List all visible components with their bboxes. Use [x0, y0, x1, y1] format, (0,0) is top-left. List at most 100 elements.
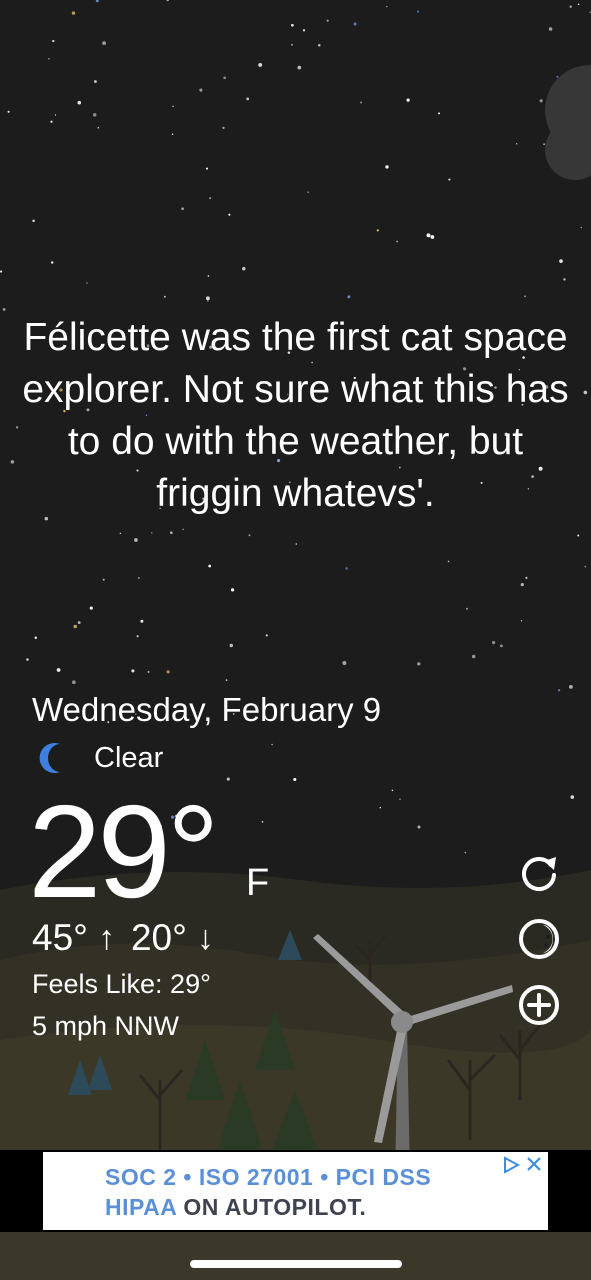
close-icon[interactable]: [526, 1156, 542, 1172]
up-arrow-icon: ↑: [97, 919, 115, 957]
star: [399, 798, 401, 801]
star: [134, 538, 138, 542]
star: [291, 23, 294, 27]
condition-label: Clear: [94, 741, 164, 774]
current-temperature: 29°: [28, 778, 220, 925]
ad-headline-2: HIPAA ON AUTOPILOT.: [105, 1194, 367, 1220]
star: [569, 5, 572, 8]
star: [207, 300, 209, 302]
ad-choices-icon[interactable]: [502, 1156, 520, 1174]
star: [471, 654, 476, 659]
star: [265, 634, 268, 637]
star: [222, 126, 225, 129]
star: [136, 635, 139, 638]
ad-banner[interactable]: SOC 2 • ISO 27001 • PCI DSS HIPAA ON AUT…: [43, 1152, 548, 1230]
star: [205, 296, 210, 301]
ad-controls: [502, 1156, 542, 1174]
star: [77, 100, 82, 105]
star: [86, 282, 88, 284]
star: [417, 10, 419, 13]
star: [500, 644, 503, 648]
star: [583, 390, 588, 395]
star: [385, 165, 389, 169]
star: [353, 22, 357, 26]
star: [347, 295, 351, 299]
star: [147, 670, 150, 673]
star: [73, 624, 77, 629]
high-low-temperatures: 45° ↑ 20° ↓: [32, 914, 230, 962]
low-temperature: 20°: [130, 917, 187, 958]
star: [52, 39, 55, 43]
star: [261, 821, 264, 823]
star: [77, 621, 81, 625]
star: [295, 543, 298, 545]
star: [207, 275, 210, 277]
feels-like: Feels Like: 29°: [32, 969, 211, 999]
star: [10, 460, 15, 464]
star: [97, 126, 100, 129]
moon-icon: [39, 743, 60, 773]
star: [525, 576, 528, 580]
home-indicator[interactable]: [190, 1260, 402, 1268]
condition-row: Clear: [38, 738, 163, 778]
star: [360, 101, 363, 104]
star: [15, 426, 19, 429]
star: [172, 105, 174, 108]
star: [102, 578, 105, 581]
star: [557, 689, 561, 692]
star: [93, 80, 97, 83]
star: [447, 560, 450, 563]
star: [163, 295, 166, 298]
star: [228, 213, 231, 216]
star: [426, 233, 431, 238]
moon-phase-icon[interactable]: [517, 917, 561, 961]
current-date: Wednesday, February 9: [32, 691, 382, 728]
star: [7, 110, 10, 113]
star: [246, 97, 250, 101]
star: [291, 43, 293, 46]
star: [230, 588, 235, 592]
star: [297, 65, 302, 70]
star: [208, 564, 212, 568]
star: [326, 19, 329, 22]
star: [584, 565, 587, 568]
star: [242, 266, 246, 271]
star: [342, 661, 347, 665]
star: [72, 680, 76, 685]
star: [376, 229, 379, 232]
wind-info: 5 mph NNW: [32, 1011, 180, 1041]
temperature-unit[interactable]: F: [246, 862, 269, 905]
star: [391, 789, 394, 792]
star: [307, 191, 309, 193]
refresh-icon[interactable]: [517, 851, 561, 895]
star: [417, 825, 421, 829]
star: [150, 532, 153, 534]
star: [205, 167, 209, 170]
star: [209, 197, 212, 200]
star: [92, 113, 97, 117]
star: [345, 567, 348, 570]
star: [318, 43, 321, 47]
fun-fact-text: Félicette was the first cat space explor…: [22, 316, 569, 515]
add-location-button[interactable]: [517, 983, 561, 1027]
star: [226, 777, 230, 781]
star: [199, 88, 203, 92]
star: [48, 57, 50, 60]
star: [248, 534, 251, 537]
star: [32, 219, 35, 223]
star: [430, 235, 435, 239]
star: [569, 685, 573, 689]
star: [386, 5, 388, 8]
star: [406, 98, 410, 102]
star: [559, 259, 563, 263]
star: [131, 669, 135, 673]
star: [71, 11, 76, 15]
star: [56, 668, 61, 672]
star: [140, 619, 144, 623]
star: [169, 531, 173, 535]
star: [548, 27, 553, 31]
star: [50, 261, 54, 264]
star: [524, 295, 526, 298]
star: [570, 795, 575, 799]
star: [171, 133, 174, 135]
